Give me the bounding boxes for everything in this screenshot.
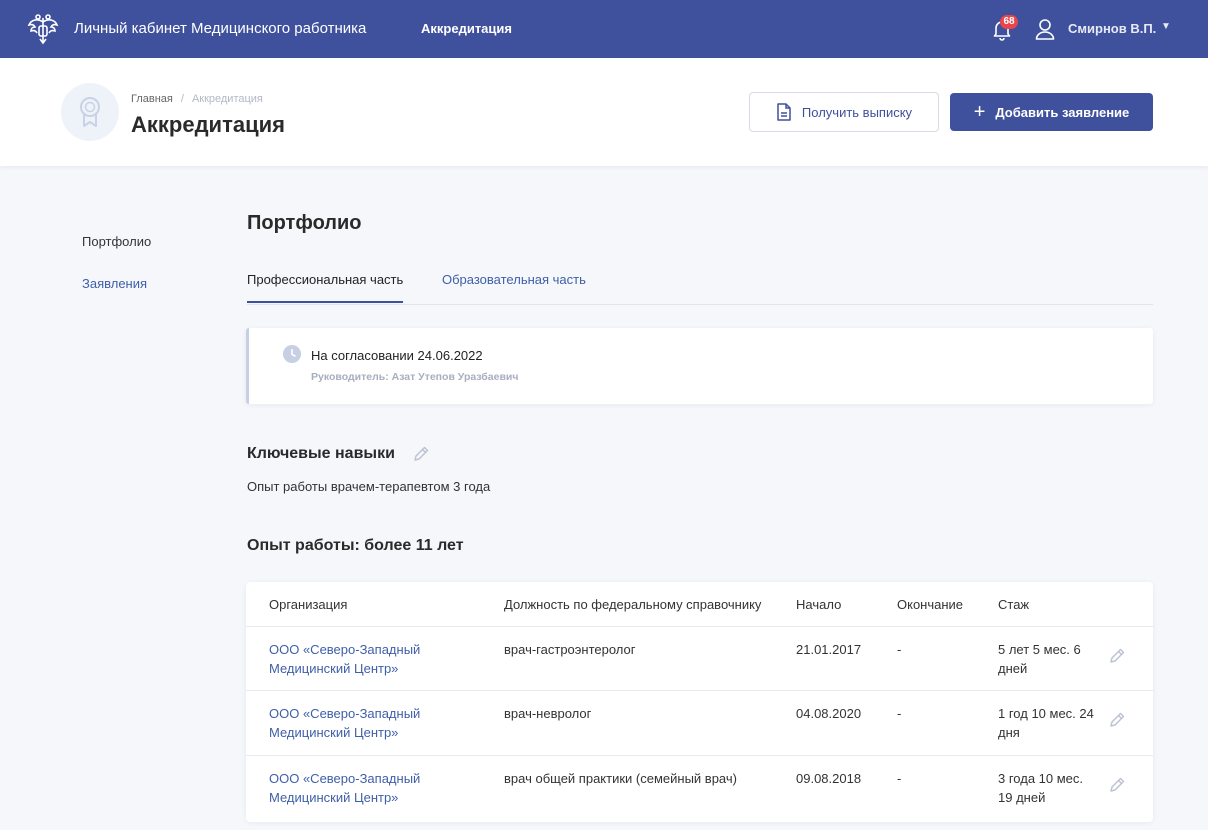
status-card: На согласовании 24.06.2022 Руководитель:… bbox=[246, 328, 1153, 404]
status-text: На согласовании 24.06.2022 bbox=[311, 348, 483, 363]
top-nav-accreditation[interactable]: Аккредитация bbox=[421, 21, 512, 36]
table-row: ООО «Северо-Западный Медицинский Центр» … bbox=[246, 755, 1153, 820]
tab-educational[interactable]: Образовательная часть bbox=[442, 272, 586, 287]
column-header-position: Должность по федеральному справочнику bbox=[504, 597, 762, 612]
breadcrumb: Главная / Аккредитация bbox=[131, 93, 263, 105]
plus-icon: + bbox=[973, 101, 986, 123]
start-date-cell: 21.01.2017 bbox=[796, 642, 862, 657]
pencil-icon[interactable] bbox=[1108, 776, 1126, 794]
breadcrumb-current: Аккредитация bbox=[191, 93, 263, 105]
end-date-cell: - bbox=[897, 642, 902, 657]
notification-badge: 68 bbox=[1000, 15, 1018, 29]
section-title: Портфолио bbox=[247, 212, 362, 234]
user-icon[interactable] bbox=[1034, 17, 1056, 41]
start-date-cell: 09.08.2018 bbox=[796, 771, 862, 786]
add-application-button[interactable]: + Добавить заявление bbox=[950, 93, 1153, 131]
emblem-icon[interactable] bbox=[26, 12, 60, 46]
organization-link[interactable]: ООО «Северо-Западный Медицинский Центр» bbox=[269, 704, 469, 742]
end-date-cell: - bbox=[897, 771, 902, 786]
app-title[interactable]: Личный кабинет Медицинского работника bbox=[74, 20, 366, 37]
clock-icon bbox=[283, 345, 301, 363]
position-cell: врач-гастроэнтеролог bbox=[504, 642, 636, 657]
pencil-icon[interactable] bbox=[412, 445, 430, 463]
column-header-tenure: Стаж bbox=[998, 597, 1030, 612]
chevron-down-icon[interactable]: ▼ bbox=[1161, 21, 1171, 32]
pencil-icon[interactable] bbox=[1108, 711, 1126, 729]
add-application-label: Добавить заявление bbox=[995, 104, 1130, 120]
breadcrumb-home[interactable]: Главная bbox=[131, 93, 173, 105]
sidebar-item-applications[interactable]: Заявления bbox=[82, 276, 147, 291]
page-header: Главная / Аккредитация Аккредитация Получи… bbox=[0, 58, 1208, 166]
award-medal-icon bbox=[61, 83, 119, 141]
table-row: ООО «Северо-Западный Медицинский Центр» … bbox=[246, 626, 1153, 691]
tenure-cell: 3 года 10 мес. 19 дней bbox=[998, 771, 1084, 805]
column-header-start: Начало bbox=[796, 597, 842, 612]
skills-title: Ключевые навыки bbox=[247, 445, 395, 462]
start-date-cell: 04.08.2020 bbox=[796, 706, 862, 721]
sidebar-item-portfolio[interactable]: Портфолио bbox=[82, 234, 151, 249]
experience-title: Опыт работы: более 11 лет bbox=[247, 537, 464, 554]
end-date-cell: - bbox=[897, 706, 902, 721]
top-bar: Личный кабинет Медицинского работника Ак… bbox=[0, 0, 1208, 58]
organization-link[interactable]: ООО «Северо-Западный Медицинский Центр» bbox=[269, 640, 469, 678]
tab-professional[interactable]: Профессиональная часть bbox=[247, 272, 404, 303]
position-cell: врач общей практики (семейный врач) bbox=[504, 771, 737, 786]
position-cell: врач-невролог bbox=[504, 706, 592, 721]
column-header-end: Окончание bbox=[897, 597, 964, 612]
user-name[interactable]: Смирнов В.П. bbox=[1068, 21, 1156, 36]
document-icon bbox=[777, 103, 791, 121]
get-extract-button[interactable]: Получить выписку bbox=[749, 92, 939, 132]
table-row: ООО «Северо-Западный Медицинский Центр» … bbox=[246, 690, 1153, 755]
tenure-cell: 5 лет 5 мес. 6 дней bbox=[998, 642, 1081, 676]
organization-link[interactable]: ООО «Северо-Западный Медицинский Центр» bbox=[269, 769, 469, 807]
experience-table: Организация Должность по федеральному сп… bbox=[246, 582, 1153, 822]
tenure-cell: 1 год 10 мес. 24 дня bbox=[998, 706, 1094, 740]
page-title: Аккредитация bbox=[131, 112, 285, 137]
tabs: Профессиональная часть Образовательная ч… bbox=[247, 262, 1153, 305]
pencil-icon[interactable] bbox=[1108, 647, 1126, 665]
status-manager: Руководитель: Азат Утепов Уразбаевич bbox=[311, 371, 519, 383]
get-extract-label: Получить выписку bbox=[801, 104, 913, 120]
column-header-organization: Организация bbox=[269, 597, 348, 612]
skills-text: Опыт работы врачем-терапевтом 3 года bbox=[247, 479, 491, 494]
breadcrumb-separator: / bbox=[180, 93, 184, 105]
